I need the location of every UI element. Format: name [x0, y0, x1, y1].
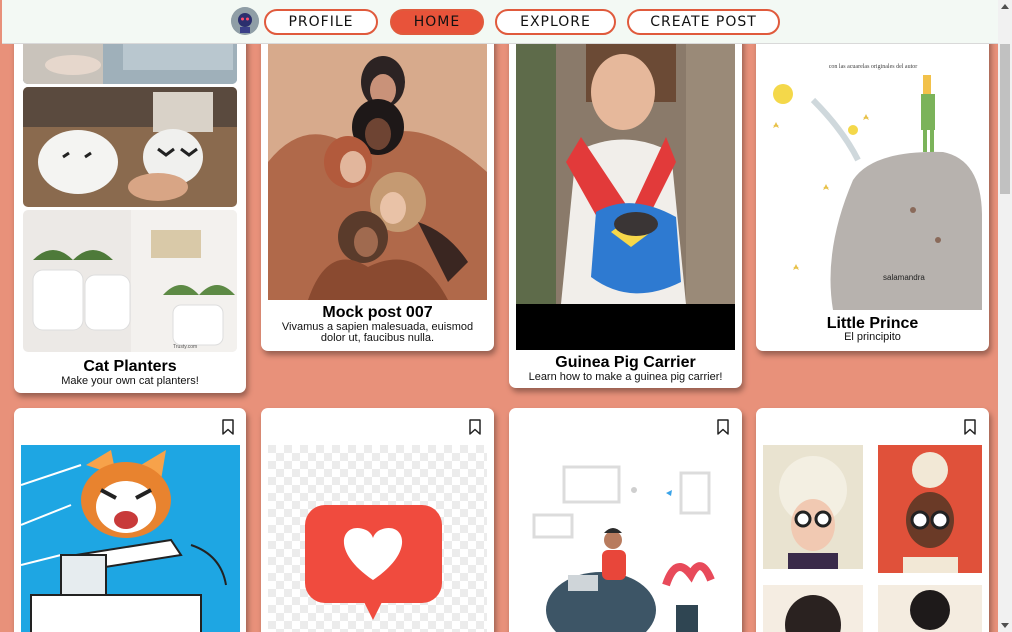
page-scrollbar[interactable] [998, 0, 1012, 632]
cover-subtitle: con las acuarelas originales del autor [829, 64, 917, 70]
post-card[interactable] [14, 408, 246, 632]
post-image [763, 445, 982, 632]
avatar-face-icon [231, 7, 259, 35]
post-title: Mock post 007 [322, 304, 433, 321]
post-image [23, 87, 237, 207]
home-nav-button[interactable]: HOME [390, 9, 484, 35]
women-group-illustration [268, 42, 487, 300]
post-image: Trusty.com [23, 210, 237, 352]
post-card[interactable]: Trusty.com Cat Planters Make your own ca… [14, 20, 246, 393]
bookmark-icon[interactable] [963, 419, 977, 435]
post-image [268, 42, 487, 300]
feed-viewport: PROFILE HOME EXPLORE CREATE POST Trusty.… [0, 0, 998, 632]
watermark: Trusty.com [173, 344, 197, 350]
post-image [516, 445, 735, 632]
scroll-down-arrow-icon[interactable] [1001, 623, 1009, 628]
post-image [516, 42, 735, 350]
top-navbar: PROFILE HOME EXPLORE CREATE POST [2, 0, 998, 44]
profile-nav-button[interactable]: PROFILE [264, 9, 378, 35]
publisher-logo: salamandra [883, 273, 925, 282]
post-image [268, 445, 487, 632]
women-portraits-grid [763, 445, 982, 632]
post-card[interactable]: Guinea Pig Carrier Learn how to make a g… [509, 20, 742, 388]
post-description: Learn how to make a guinea pig carrier! [528, 371, 723, 383]
post-title: Guinea Pig Carrier [555, 354, 696, 371]
post-card[interactable]: con las acuarelas originales del autor s… [756, 20, 989, 351]
little-prince-cover: con las acuarelas originales del autor s… [763, 20, 982, 310]
scroll-up-arrow-icon[interactable] [1001, 4, 1009, 9]
post-card[interactable] [261, 408, 494, 632]
bookmark-icon[interactable] [716, 419, 730, 435]
create-post-nav-button[interactable]: CREATE POST [627, 9, 780, 35]
post-image: con las acuarelas originales del autor s… [763, 20, 982, 310]
cat-planters-on-shelf-photo: Trusty.com [23, 210, 237, 352]
post-card[interactable] [509, 408, 742, 632]
post-description: El principito [844, 331, 901, 343]
man-on-beanbag-illustration [516, 445, 735, 632]
heart-notification-graphic [268, 445, 487, 632]
post-description: Make your own cat planters! [61, 375, 199, 387]
post-description: Vivamus a sapien malesuada, euismod dolo… [281, 321, 474, 344]
explore-nav-button[interactable]: EXPLORE [495, 9, 616, 35]
bookmark-icon[interactable] [468, 419, 482, 435]
scroll-thumb[interactable] [1000, 44, 1010, 194]
post-title: Cat Planters [83, 358, 177, 375]
post-card[interactable]: Mock post 007 Vivamus a sapien malesuada… [261, 20, 494, 351]
girl-with-guinea-pig-photo [516, 42, 735, 350]
post-image [21, 445, 240, 632]
aggretsuko-rage-illustration [21, 445, 240, 632]
post-card[interactable] [756, 408, 989, 632]
cat-planter-painting-photo [23, 87, 237, 207]
bookmark-icon[interactable] [221, 419, 235, 435]
avatar[interactable] [231, 7, 259, 35]
